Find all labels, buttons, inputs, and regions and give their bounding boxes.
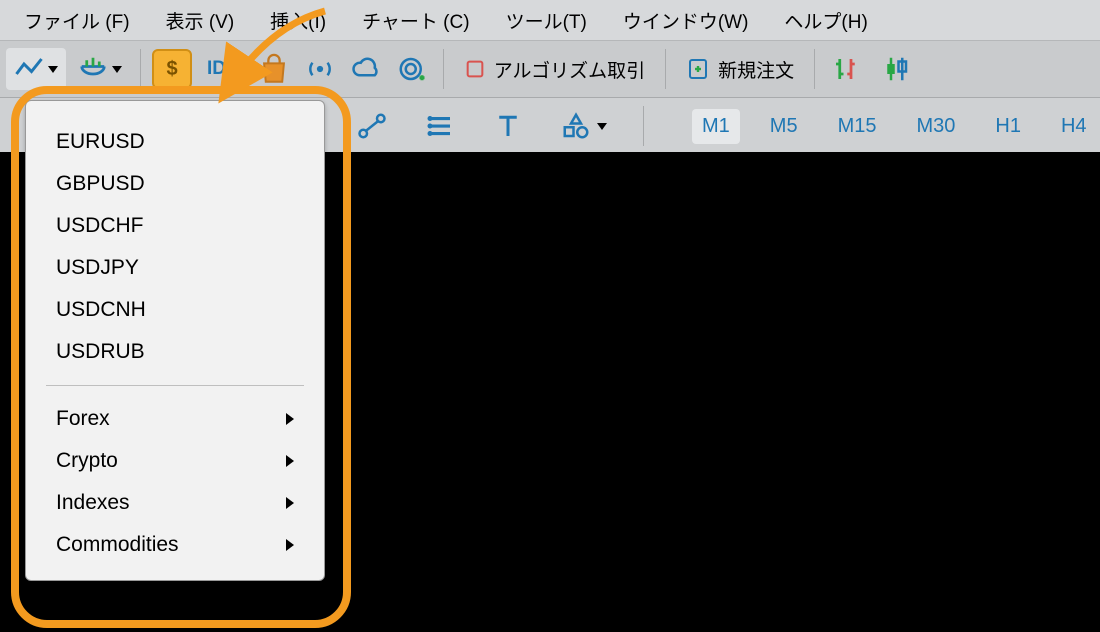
- submenu-arrow-icon: [286, 455, 294, 467]
- stop-square-icon: [464, 58, 486, 80]
- symbol-group-commodities[interactable]: Commodities: [26, 524, 324, 566]
- signals-button[interactable]: [299, 48, 341, 90]
- symbol-item-usdrub[interactable]: USDRUB: [26, 331, 324, 373]
- radar-plus-icon: [397, 54, 427, 84]
- copy-trade-button[interactable]: [391, 48, 433, 90]
- market-button[interactable]: [253, 48, 295, 90]
- ide-label: IDE: [207, 58, 239, 80]
- symbol-item-eurusd[interactable]: EURUSD: [26, 121, 324, 163]
- menu-view[interactable]: 表示 (V): [148, 3, 253, 38]
- candlestick-button[interactable]: [875, 48, 917, 90]
- trendline-button[interactable]: [351, 105, 393, 147]
- candlestick-icon: [881, 54, 911, 84]
- ohlc-bars-icon: [831, 54, 861, 84]
- timeframe-h1[interactable]: H1: [985, 109, 1031, 144]
- chevron-down-icon: [48, 66, 58, 73]
- ide-button[interactable]: IDE: [197, 48, 249, 90]
- trendline-icon: [357, 111, 387, 141]
- shopping-bag-icon: [257, 52, 291, 86]
- profiles-dropdown[interactable]: [70, 48, 130, 90]
- shapes-icon: [561, 111, 591, 141]
- timeframe-m1[interactable]: M1: [692, 109, 740, 144]
- main-toolbar: $ IDE: [0, 41, 1100, 98]
- text-label-button[interactable]: [487, 105, 529, 147]
- submenu-arrow-icon: [286, 413, 294, 425]
- timeframe-m5[interactable]: M5: [760, 109, 808, 144]
- menubar: ファイル (F) 表示 (V) 挿入(I) チャート (C) ツール(T) ウイ…: [0, 0, 1100, 41]
- algo-trading-label: アルゴリズム取引: [494, 56, 645, 83]
- menu-help[interactable]: ヘルプ(H): [766, 3, 885, 38]
- symbol-group-indexes[interactable]: Indexes: [26, 482, 324, 524]
- algo-trading-button[interactable]: アルゴリズム取引: [454, 48, 655, 90]
- toolbar-separator: [643, 106, 644, 146]
- timeframe-group: M1M5M15M30H1H4D1: [692, 109, 1100, 144]
- submenu-arrow-icon: [286, 539, 294, 551]
- new-order-button[interactable]: 新規注文: [676, 48, 804, 90]
- shapes-dropdown[interactable]: [555, 105, 613, 147]
- market-watch-button[interactable]: $: [151, 48, 193, 90]
- dollar-icon: $: [152, 49, 192, 89]
- text-t-icon: [493, 111, 523, 141]
- symbol-item-gbpusd[interactable]: GBPUSD: [26, 163, 324, 205]
- toolbar-separator: [665, 49, 666, 89]
- symbol-group-crypto[interactable]: Crypto: [26, 440, 324, 482]
- menu-tools[interactable]: ツール(T): [488, 3, 605, 38]
- line-chart-icon: [14, 54, 44, 84]
- submenu-arrow-icon: [286, 497, 294, 509]
- bar-chart-button[interactable]: [825, 48, 867, 90]
- new-note-icon: [686, 57, 710, 81]
- symbol-item-usdjpy[interactable]: USDJPY: [26, 247, 324, 289]
- menu-chart[interactable]: チャート (C): [344, 3, 487, 38]
- menu-insert[interactable]: 挿入(I): [252, 3, 344, 38]
- new-order-label: 新規注文: [718, 56, 794, 83]
- toolbar-separator: [140, 49, 141, 89]
- vps-button[interactable]: [345, 48, 387, 90]
- list-lines-icon: [425, 111, 455, 141]
- symbol-item-usdcnh[interactable]: USDCNH: [26, 289, 324, 331]
- chevron-down-icon: [597, 123, 607, 130]
- new-chart-dropdown[interactable]: [6, 48, 66, 90]
- equidistant-channel-button[interactable]: [419, 105, 461, 147]
- symbol-group-forex[interactable]: Forex: [26, 398, 324, 440]
- chevron-down-icon: [112, 66, 122, 73]
- timeframe-m30[interactable]: M30: [907, 109, 966, 144]
- timeframe-h4[interactable]: H4: [1051, 109, 1097, 144]
- symbol-dropdown: EURUSDGBPUSDUSDCHFUSDJPYUSDCNHUSDRUB Fore…: [25, 100, 325, 581]
- cloud-icon: [351, 54, 381, 84]
- toolbar-separator: [814, 49, 815, 89]
- toolbar-separator: [443, 49, 444, 89]
- bowl-chart-icon: [78, 54, 108, 84]
- symbol-item-usdchf[interactable]: USDCHF: [26, 205, 324, 247]
- menu-file[interactable]: ファイル (F): [6, 3, 148, 38]
- broadcast-icon: [305, 54, 335, 84]
- timeframe-m15[interactable]: M15: [828, 109, 887, 144]
- menu-window[interactable]: ウインドウ(W): [605, 3, 767, 38]
